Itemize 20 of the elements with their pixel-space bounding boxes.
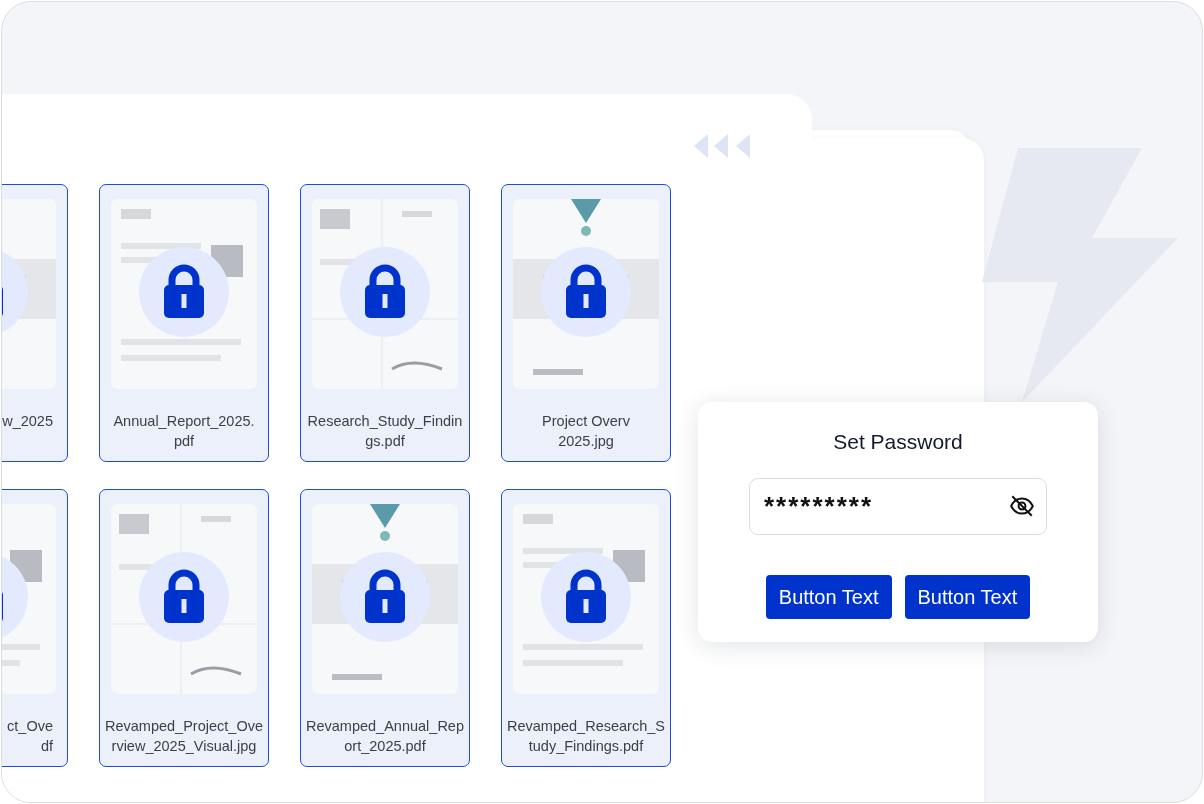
file-card[interactable]: Revamped_Annual_Rep ort_2025.pdf bbox=[300, 489, 470, 767]
file-name: Project Overv 2025.jpg bbox=[542, 412, 630, 451]
password-field[interactable]: ********* bbox=[749, 477, 1047, 535]
file-card[interactable]: w_2025 bbox=[2, 184, 68, 462]
file-name: Annual_Report_2025. pdf bbox=[113, 412, 255, 451]
file-card[interactable]: Revamped_Research_S tudy_Findings.pdf bbox=[501, 489, 671, 767]
file-name: w_2025 bbox=[2, 412, 53, 431]
file-name: Revamped_Project_Ove rview_2025_Visual.jpg bbox=[105, 717, 263, 756]
file-name: Research_Study_Findin gs.pdf bbox=[307, 412, 463, 451]
file-name: ct_Ove df bbox=[7, 717, 53, 756]
file-card[interactable]: Project Overv 2025.jpg bbox=[501, 184, 671, 462]
dialog-button[interactable]: Button Text bbox=[765, 574, 892, 619]
file-card[interactable]: Revamped_Project_Ove rview_2025_Visual.jpg bbox=[99, 489, 269, 767]
file-name: Revamped_Research_S tudy_Findings.pdf bbox=[507, 717, 665, 756]
file-card[interactable]: Annual_Report_2025. pdf bbox=[99, 184, 269, 462]
dialog-button[interactable]: Button Text bbox=[904, 574, 1031, 619]
file-name: Revamped_Annual_Rep ort_2025.pdf bbox=[306, 717, 464, 756]
file-card[interactable]: Research_Study_Findin gs.pdf bbox=[300, 184, 470, 462]
file-card[interactable]: ct_Ove df bbox=[2, 489, 68, 767]
dialog-title: Set Password bbox=[833, 429, 963, 455]
